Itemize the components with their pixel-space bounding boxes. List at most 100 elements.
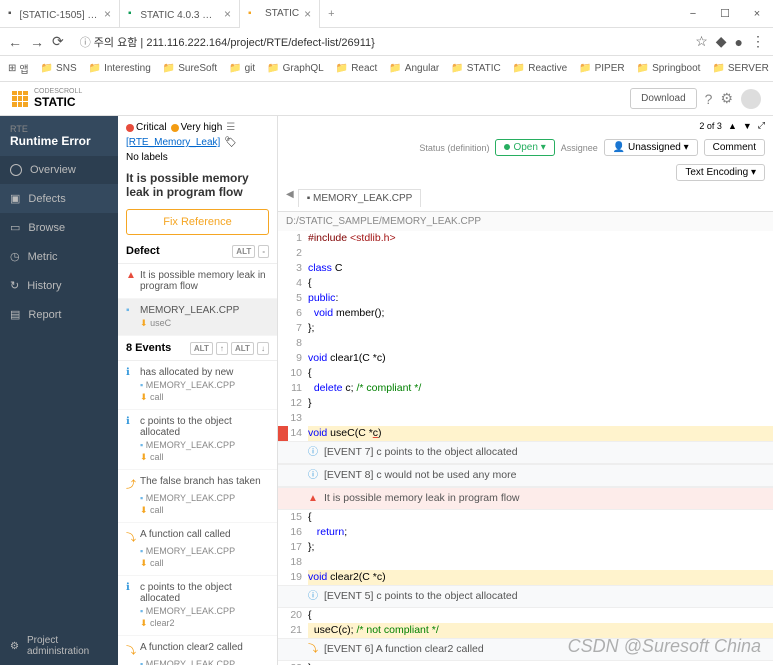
close-icon[interactable]: × [304,7,311,21]
event-item[interactable]: ℹc points to the object allocated▪ MEMOR… [118,410,277,470]
help-icon[interactable]: ? [705,91,713,107]
bookmark-folder[interactable]: 📁Interesting [89,63,151,74]
bookmark-folder[interactable]: 📁STATIC [451,63,501,74]
reload-button[interactable]: ⟳ [52,33,64,50]
prev-button[interactable]: ▲ [728,121,737,131]
events-section-header: 8 EventsALT ↑ ALT ↓ [118,336,277,361]
url-input[interactable]: ⓘ 주의 요함 | 211.116.222.164/project/RTE/de… [72,34,687,50]
close-button[interactable]: × [741,0,773,28]
defect-section-header: DefectALT - [118,239,277,264]
code-view[interactable]: 1#include <stdlib.h> 2 3class C 4{ 5publ… [278,231,773,665]
logo-icon [12,91,28,107]
bookmark-folder[interactable]: 📁React [336,63,378,74]
sidebar-item-overview[interactable]: Overview [0,156,118,184]
bookmark-folder[interactable]: 📁GraphQL [267,63,324,74]
fix-reference-button[interactable]: Fix Reference [126,209,269,235]
report-icon: ▤ [10,308,20,321]
apps-button[interactable]: ⊞ 앱 [8,61,29,76]
extension-icon[interactable]: ◆ [716,33,727,50]
browser-tab-active[interactable]: ▪STATIC× [240,0,320,28]
tab-icon: ▪ [248,8,260,20]
window-controls: − ☐ × [677,0,773,28]
event-item[interactable]: ⤵A function clear2 called▪ MEMORY_LEAK.C… [118,636,277,665]
avatar[interactable] [741,89,761,109]
code-panel: 2 of 3 ▲ ▼ ⤢ Status (definition) Open ▾ … [278,116,773,665]
defect-file-item[interactable]: ▪MEMORY_LEAK.CPP ⬇ useC [118,299,277,336]
gear-icon[interactable]: ⚙ [720,90,733,107]
bookmark-folder[interactable]: 📁Reactive [513,63,567,74]
warning-icon: ▲ [126,270,136,281]
event-item[interactable]: ⤵A function call called▪ MEMORY_LEAK.CPP… [118,523,277,576]
code-event-warning[interactable]: ▲It is possible memory leak in program f… [278,487,773,510]
event-item[interactable]: ⤴The false branch has taken▪ MEMORY_LEAK… [118,470,277,523]
pager: 2 of 3 [699,121,722,131]
tab-icon: ▪ [128,8,135,20]
download-button[interactable]: Download [630,88,696,109]
address-bar: ← → ⟳ ⓘ 주의 요함 | 211.116.222.164/project/… [0,28,773,56]
gear-icon: ⚙ [10,641,19,652]
sidebar-item-history[interactable]: ↻History [0,271,118,300]
bookmark-folder[interactable]: 📁Angular [389,63,439,74]
new-tab-button[interactable]: + [320,8,342,20]
defect-item[interactable]: ▲It is possible memory leak in program f… [118,264,277,299]
bookmark-folder[interactable]: 📁Springboot [637,63,701,74]
expand-icon[interactable]: ⤢ [758,120,765,131]
menu-icon[interactable]: ⋮ [751,33,765,50]
profile-icon[interactable]: ● [735,34,743,50]
bookmark-folder[interactable]: 📁SureSoft [163,63,217,74]
sidebar-footer[interactable]: ⚙Project administration [0,627,118,665]
event-item[interactable]: ℹc points to the object allocated▪ MEMOR… [118,576,277,636]
event-icon: ℹ [126,367,136,378]
file-tab[interactable]: ▪ MEMORY_LEAK.CPP [298,189,422,207]
event-icon: ⤴ [126,476,136,491]
logo[interactable]: CODESCROLLSTATIC [12,88,82,109]
star-icon[interactable]: ☆ [695,33,708,50]
file-icon: ▪ [126,305,136,316]
defect-title: It is possible memory leak in program fl… [118,169,277,205]
close-icon[interactable]: × [224,7,231,21]
logo-subtitle: CODESCROLL [34,88,82,95]
minimize-button[interactable]: − [677,0,709,28]
text-encoding-button[interactable]: Text Encoding ▾ [676,164,765,181]
bookmark-folder[interactable]: 📁git [229,63,255,74]
bookmark-folder[interactable]: 📁SNS [41,63,77,74]
browser-tab[interactable]: ▪STATIC 4.0.3 커버리지 보고서× [120,0,240,28]
close-icon[interactable]: × [104,7,111,21]
assignee-pill[interactable]: 👤 Unassigned ▾ [604,139,698,156]
comment-button[interactable]: Comment [704,139,765,156]
event-icon: ℹ [126,416,136,427]
rule-link[interactable]: [RTE_Memory_Leak] [126,137,220,148]
labels-icon: 🏷 [224,137,237,148]
code-event[interactable]: ⓘ[EVENT 8] c would not be used any more [278,464,773,487]
bookmark-folder[interactable]: 📁SERVER [712,63,768,74]
browser-tab[interactable]: ▪[STATIC-1505] STATIC 4.0.4 개선× [0,0,120,28]
file-path: D:/STATIC_SAMPLE/MEMORY_LEAK.CPP [278,212,773,231]
next-button[interactable]: ▼ [743,121,752,131]
sidebar-item-defects[interactable]: ▣Defects [0,184,118,213]
meta-row-top: 2 of 3 ▲ ▼ ⤢ [278,116,773,135]
event-icon: ⤵ [126,529,136,544]
code-event[interactable]: ⓘ[EVENT 7] c points to the object alloca… [278,441,773,464]
bookmark-folder[interactable]: 📁PIPER [579,63,624,74]
event-item[interactable]: ℹ has allocated by new▪ MEMORY_LEAK.CPP⬇… [118,361,277,410]
prev-tab-icon[interactable]: ◀ [286,189,294,207]
severity-veryhigh: Very high [171,122,223,133]
maximize-button[interactable]: ☐ [709,0,741,28]
severity-critical: Critical [126,122,167,133]
back-button[interactable]: ← [8,34,22,50]
status-pill[interactable]: Open ▾ [495,139,554,156]
code-event[interactable]: ⓘ[EVENT 5] c points to the object alloca… [278,585,773,608]
forward-button[interactable]: → [30,34,44,50]
code-event[interactable]: ⤵[EVENT 6] A function clear2 called [278,638,773,661]
bookmark-bar: ⊞ 앱 📁SNS 📁Interesting 📁SureSoft 📁git 📁Gr… [0,56,773,82]
sidebar-item-metric[interactable]: ◷Metric [0,242,118,271]
sidebar-item-browse[interactable]: ▭Browse [0,213,118,242]
defects-icon: ▣ [10,192,20,205]
defect-panel: Critical Very high ☰[RTE_Memory_Leak] 🏷N… [118,116,278,665]
file-tabs: ◀ ▪ MEMORY_LEAK.CPP [278,185,773,212]
metric-icon: ◷ [10,250,20,263]
sidebar-item-report[interactable]: ▤Report [0,300,118,329]
history-icon: ↻ [10,279,19,292]
browse-icon: ▭ [10,221,20,234]
event-icon: ⤵ [126,642,136,657]
